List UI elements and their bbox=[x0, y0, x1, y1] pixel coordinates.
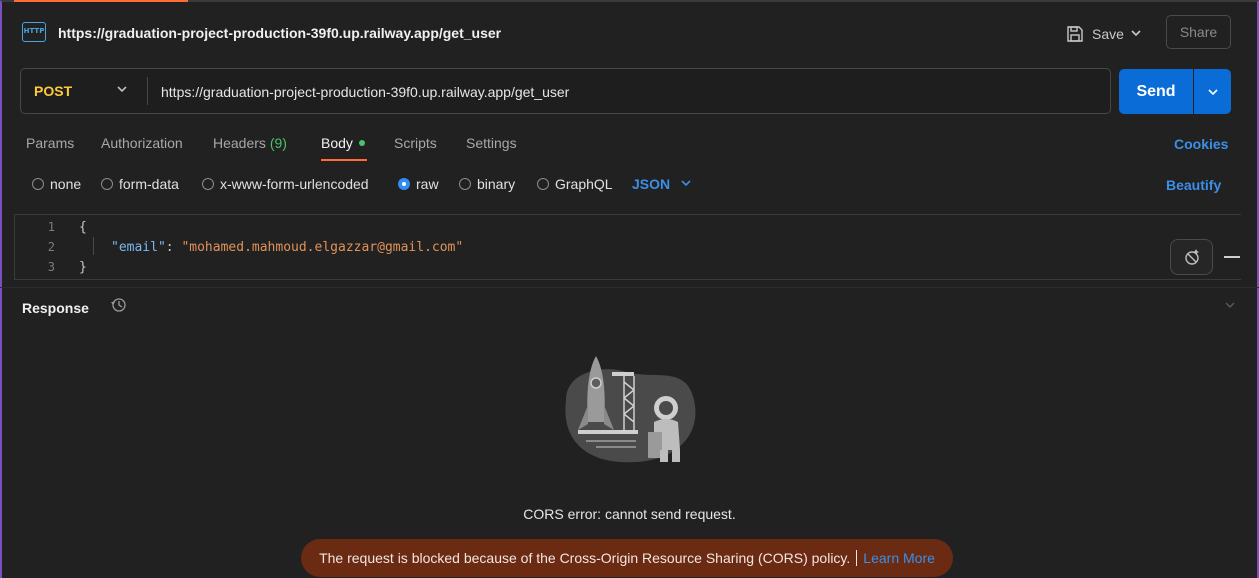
headers-count-badge: (9) bbox=[269, 135, 287, 151]
line-number: 1 bbox=[47, 220, 55, 234]
tab-headers-label: Headers bbox=[213, 135, 266, 151]
method-select[interactable]: POST bbox=[34, 83, 72, 99]
chevron-down-icon[interactable] bbox=[116, 83, 128, 98]
code-line: 2 "email": "mohamed.mahmoud.elgazzar@gma… bbox=[15, 240, 1241, 258]
beautify-link[interactable]: Beautify bbox=[1166, 177, 1221, 193]
active-tab-indicator bbox=[14, 0, 188, 2]
chevron-down-icon[interactable] bbox=[1224, 299, 1236, 314]
json-value: "mohamed.mahmoud.elgazzar@gmail.com" bbox=[181, 240, 464, 255]
raw-format-label: JSON bbox=[632, 176, 671, 192]
url-input[interactable] bbox=[161, 82, 1091, 102]
cors-error-title: CORS error: cannot send request. bbox=[523, 506, 736, 522]
cookies-link[interactable]: Cookies bbox=[1174, 136, 1228, 152]
radio-label: binary bbox=[477, 176, 516, 192]
divider bbox=[856, 550, 858, 566]
tab-authorization[interactable]: Authorization bbox=[101, 135, 183, 151]
json-colon: : bbox=[165, 240, 182, 255]
code-text: "email": "mohamed.mahmoud.elgazzar@gmail… bbox=[111, 240, 463, 255]
rocket-launch-illustration bbox=[565, 356, 696, 463]
radio-icon bbox=[459, 178, 471, 190]
request-bar: POST bbox=[20, 68, 1111, 114]
line-number: 3 bbox=[47, 260, 55, 274]
http-icon: HTTP bbox=[22, 22, 46, 42]
code-text: { bbox=[79, 220, 87, 235]
save-icon bbox=[1067, 26, 1083, 42]
radio-raw[interactable]: raw bbox=[398, 176, 439, 192]
radio-label: none bbox=[50, 176, 82, 192]
cors-banner-text: The request is blocked because of the Cr… bbox=[319, 550, 851, 566]
request-title[interactable]: https://graduation-project-production-39… bbox=[58, 25, 501, 41]
radio-icon bbox=[202, 178, 214, 190]
history-icon[interactable] bbox=[110, 296, 128, 318]
tab-body[interactable]: Body bbox=[321, 135, 365, 151]
line-number: 2 bbox=[47, 240, 55, 254]
save-button[interactable]: Save bbox=[1060, 18, 1130, 50]
tab-body-label: Body bbox=[321, 135, 353, 151]
tab-headers[interactable]: Headers (9) bbox=[213, 135, 287, 151]
response-header: Response bbox=[0, 287, 1259, 325]
radio-form-data[interactable]: form-data bbox=[101, 176, 179, 192]
tab-settings[interactable]: Settings bbox=[466, 135, 517, 151]
radio-icon bbox=[101, 178, 113, 190]
radio-label: GraphQL bbox=[555, 176, 613, 192]
share-button[interactable]: Share bbox=[1166, 15, 1231, 49]
editor-scrollbar[interactable] bbox=[1224, 256, 1240, 258]
radio-urlencoded[interactable]: x-www-form-urlencoded bbox=[202, 176, 369, 192]
cors-error-banner: The request is blocked because of the Cr… bbox=[301, 539, 953, 577]
request-header: HTTP https://graduation-project-producti… bbox=[0, 14, 1259, 54]
ai-assist-icon[interactable] bbox=[1170, 239, 1213, 275]
radio-label: x-www-form-urlencoded bbox=[220, 176, 369, 192]
tab-underline bbox=[321, 159, 367, 161]
radio-none[interactable]: none bbox=[32, 176, 81, 192]
learn-more-link[interactable]: Learn More bbox=[863, 550, 935, 566]
radio-icon bbox=[537, 178, 549, 190]
radio-selected-icon bbox=[398, 178, 410, 190]
tab-scripts[interactable]: Scripts bbox=[394, 135, 437, 151]
body-editor[interactable]: 1 { 2 "email": "mohamed.mahmoud.elgazzar… bbox=[14, 214, 1241, 280]
tab-params[interactable]: Params bbox=[26, 135, 74, 151]
chevron-down-icon bbox=[681, 180, 691, 187]
radio-icon bbox=[32, 178, 44, 190]
code-text: } bbox=[79, 260, 87, 275]
save-options-chevron-icon[interactable] bbox=[1130, 26, 1142, 42]
divider bbox=[147, 77, 148, 105]
radio-binary[interactable]: binary bbox=[459, 176, 515, 192]
code-line: 3 } bbox=[15, 260, 1241, 278]
indent-guide bbox=[93, 237, 94, 255]
radio-label: raw bbox=[416, 176, 439, 192]
body-modified-dot bbox=[358, 140, 365, 147]
save-label: Save bbox=[1092, 26, 1124, 42]
send-button[interactable]: Send bbox=[1119, 69, 1193, 114]
raw-format-select[interactable]: JSON bbox=[632, 176, 692, 192]
send-options-button[interactable] bbox=[1194, 69, 1231, 114]
radio-graphql[interactable]: GraphQL bbox=[537, 176, 613, 192]
json-key: "email" bbox=[111, 240, 166, 255]
code-line: 1 { bbox=[15, 220, 1241, 238]
radio-label: form-data bbox=[119, 176, 179, 192]
response-title: Response bbox=[22, 300, 89, 316]
chevron-down-icon bbox=[1207, 88, 1218, 95]
